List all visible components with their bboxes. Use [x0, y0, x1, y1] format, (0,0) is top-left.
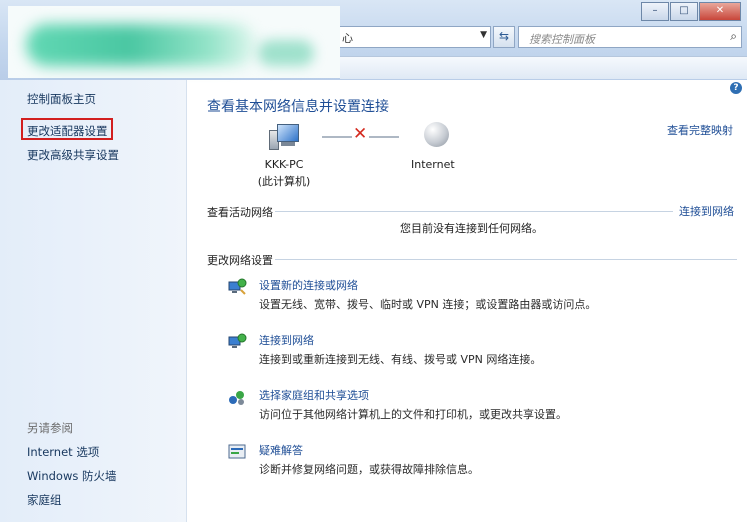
network-setup-icon[interactable]: [227, 277, 247, 297]
change-adapter-settings-link[interactable]: 更改适配器设置: [27, 123, 108, 139]
homegroup-link[interactable]: 家庭组: [27, 492, 62, 508]
task-description: 设置无线、宽带、拨号、临时或 VPN 连接；或设置路由器或访问点。: [259, 298, 597, 311]
disconnected-x-icon: ✕: [353, 124, 368, 144]
windows-firewall-link[interactable]: Windows 防火墙: [27, 468, 117, 484]
help-icon[interactable]: ?: [730, 82, 742, 94]
control-panel-home-link[interactable]: 控制面板主页: [27, 91, 96, 107]
blur-blob: [26, 24, 256, 66]
divider: [275, 211, 673, 212]
maximize-button[interactable]: □: [670, 2, 698, 21]
advanced-sharing-settings-link[interactable]: 更改高级共享设置: [27, 147, 119, 163]
connect-to-network-link[interactable]: 连接到网络: [679, 203, 734, 219]
left-pane: 控制面板主页 更改适配器设置 更改高级共享设置 另请参阅 Internet 选项…: [0, 80, 187, 522]
connection-line: [369, 136, 399, 138]
homegroup-sharing-icon[interactable]: [227, 387, 247, 407]
window-controls: – □ ✕: [640, 2, 741, 21]
connect-to-network-task-link[interactable]: 连接到网络: [259, 332, 314, 348]
see-full-map-link[interactable]: 查看完整映射: [667, 122, 733, 138]
search-icon[interactable]: ⌕: [730, 29, 737, 44]
main-content: ? 查看基本网络信息并设置连接 查看完整映射 ✕ KKK-PC (此计算机) I…: [187, 80, 747, 522]
troubleshoot-link[interactable]: 疑难解答: [259, 442, 303, 458]
see-also-heading: 另请参阅: [27, 421, 73, 435]
blur-blob: [258, 40, 314, 66]
task-description: 连接到或重新连接到无线、有线、拨号或 VPN 网络连接。: [259, 353, 542, 366]
internet-globe-icon: [424, 122, 449, 147]
window-titlebar: – □ ✕ 心 ▼ ⇆ 搜索控制面板 ⌕: [0, 0, 747, 80]
search-placeholder: 搜索控制面板: [529, 33, 595, 46]
no-connection-text: 您目前没有连接到任何网络。: [400, 222, 543, 235]
task-description: 访问位于其他网络计算机上的文件和打印机，或更改共享设置。: [259, 408, 567, 421]
connection-line: [322, 136, 352, 138]
internet-label: Internet: [411, 158, 455, 171]
internet-options-link[interactable]: Internet 选项: [27, 444, 99, 460]
connect-network-icon[interactable]: [227, 332, 247, 352]
setup-connection-link[interactable]: 设置新的连接或网络: [259, 277, 358, 293]
address-text: 心: [342, 32, 353, 45]
computer-subtitle: (此计算机): [257, 175, 311, 188]
troubleshoot-icon[interactable]: [227, 442, 247, 462]
task-description: 诊断并修复网络问题，或获得故障排除信息。: [259, 463, 479, 476]
close-button[interactable]: ✕: [699, 2, 741, 21]
minimize-button[interactable]: –: [641, 2, 669, 21]
blurred-region: [8, 6, 340, 78]
refresh-icon[interactable]: ⇆: [493, 26, 515, 48]
divider: [275, 259, 737, 260]
search-input[interactable]: 搜索控制面板 ⌕: [518, 26, 742, 48]
computer-name: KKK-PC: [264, 158, 304, 171]
chevron-down-icon[interactable]: ▼: [480, 30, 487, 40]
active-networks-heading: 查看活动网络: [207, 206, 273, 219]
toolbar: [340, 56, 747, 79]
change-settings-heading: 更改网络设置: [207, 254, 273, 267]
homegroup-options-link[interactable]: 选择家庭组和共享选项: [259, 387, 369, 403]
computer-icon: [269, 122, 299, 152]
page-title: 查看基本网络信息并设置连接: [207, 99, 389, 115]
address-bar[interactable]: 心 ▼: [340, 26, 491, 48]
